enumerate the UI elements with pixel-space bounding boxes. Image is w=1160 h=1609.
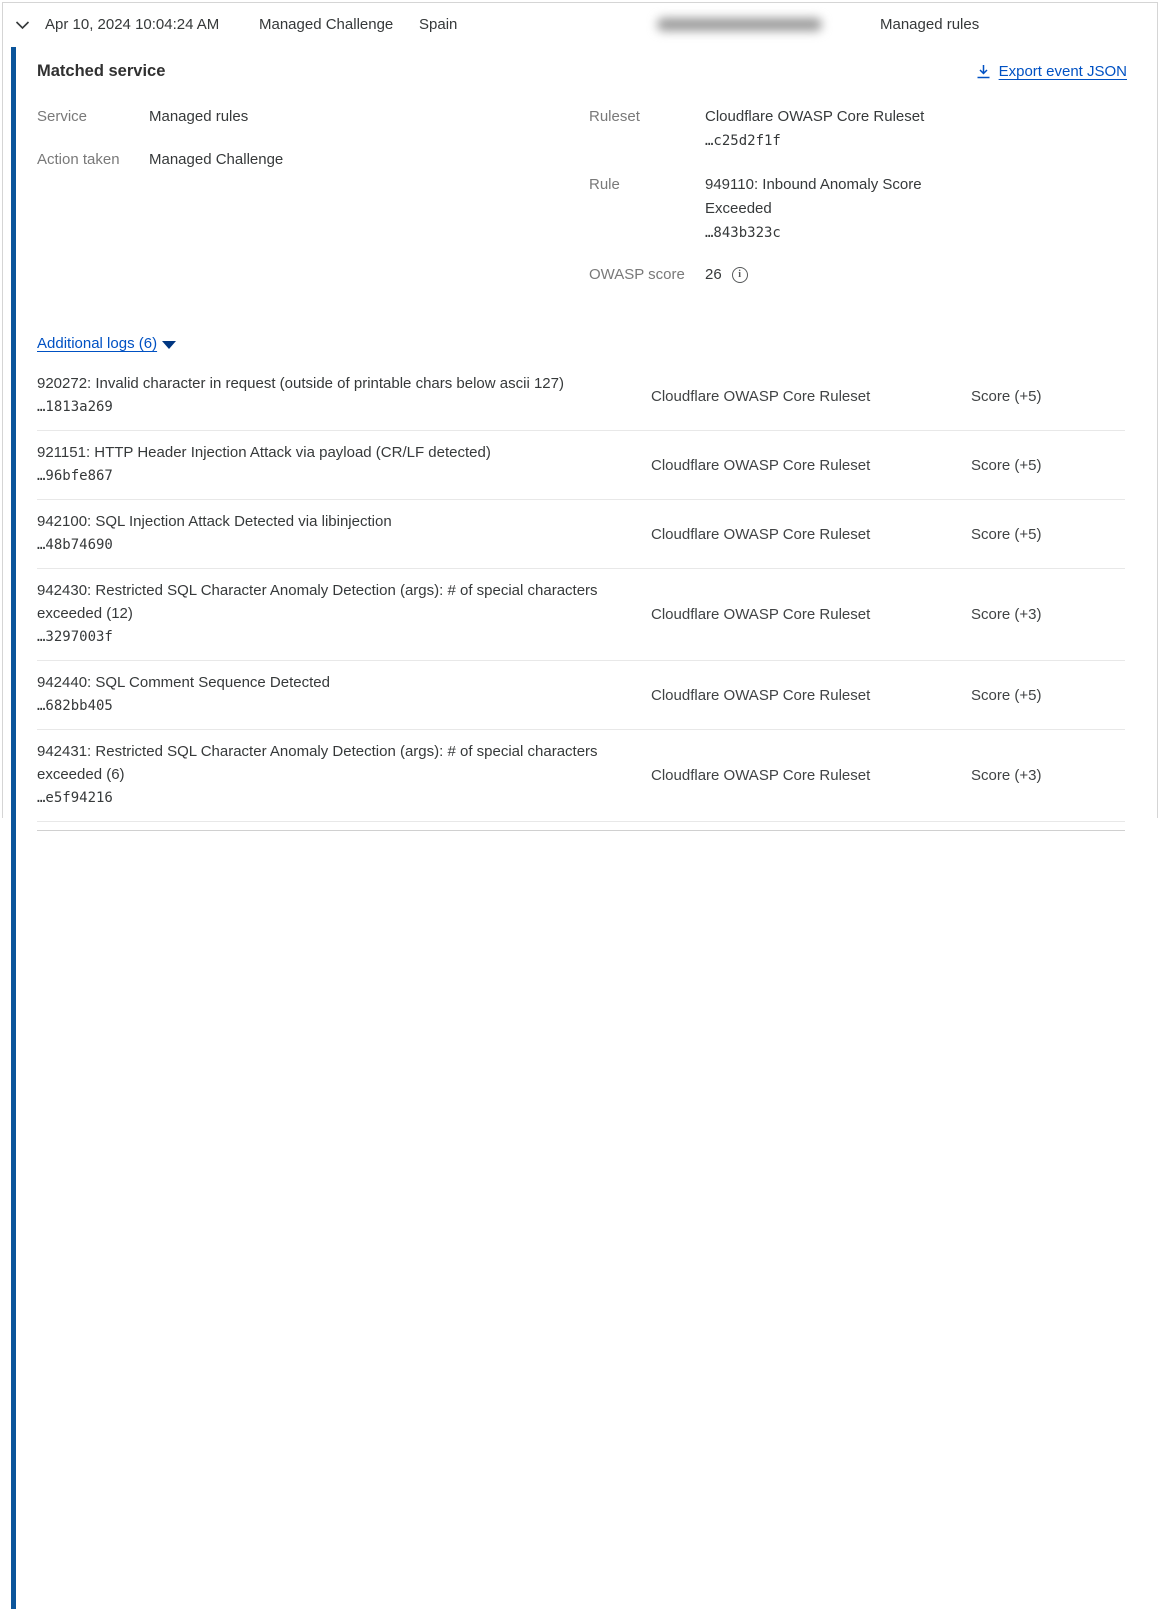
log-rule-id: …96bfe867 — [37, 464, 631, 489]
event-action: Managed Challenge — [259, 16, 419, 33]
log-rule-description: 921151: HTTP Header Injection Attack via… — [37, 441, 631, 464]
log-rule-id: …1813a269 — [37, 395, 631, 420]
action-taken-label: Action taken — [37, 148, 149, 172]
ruleset-label: Ruleset — [589, 105, 705, 153]
log-row: 942431: Restricted SQL Character Anomaly… — [37, 730, 1125, 822]
log-ruleset: Cloudflare OWASP Core Ruleset — [651, 606, 971, 623]
additional-logs-section: Additional logs (6) 920272: Invalid char… — [37, 335, 1127, 836]
log-score: Score (+5) — [971, 388, 1125, 405]
chevron-down-icon — [15, 20, 30, 30]
log-ruleset: Cloudflare OWASP Core Ruleset — [651, 526, 971, 543]
action-taken-field: Action taken Managed Challenge — [37, 148, 589, 172]
log-row: 942100: SQL Injection Attack Detected vi… — [37, 500, 1125, 569]
log-score: Score (+5) — [971, 457, 1125, 474]
log-ruleset: Cloudflare OWASP Core Ruleset — [651, 388, 971, 405]
log-rule-id: …e5f94216 — [37, 786, 631, 811]
service-field: Service Managed rules — [37, 105, 589, 129]
log-rule-description: 920272: Invalid character in request (ou… — [37, 372, 631, 395]
log-score: Score (+3) — [971, 606, 1125, 623]
rule-name: 949110: Inbound Anomaly Score Exceeded — [705, 173, 955, 221]
next-row-divider — [37, 830, 1125, 836]
additional-logs-toggle[interactable]: Additional logs (6) — [37, 335, 176, 352]
log-score: Score (+3) — [971, 767, 1125, 784]
log-row: 920272: Invalid character in request (ou… — [37, 362, 1125, 431]
additional-logs-label: Additional logs (6) — [37, 335, 157, 352]
event-country: Spain — [419, 16, 657, 33]
ruleset-field: Ruleset Cloudflare OWASP Core Ruleset …c… — [589, 105, 1127, 153]
log-rule-description: 942100: SQL Injection Attack Detected vi… — [37, 510, 631, 533]
export-link-label: Export event JSON — [999, 63, 1127, 80]
log-row: 921151: HTTP Header Injection Attack via… — [37, 431, 1125, 500]
log-rule-description: 942431: Restricted SQL Character Anomaly… — [37, 740, 631, 786]
service-value: Managed rules — [149, 105, 248, 129]
log-ruleset: Cloudflare OWASP Core Ruleset — [651, 767, 971, 784]
log-rule-id: …3297003f — [37, 625, 631, 650]
event-detail-panel: Matched service Export event JSON Servic… — [3, 46, 1157, 836]
matched-service-title: Matched service — [37, 62, 165, 81]
rule-id: …843b323c — [705, 221, 955, 245]
log-rule-id: …48b74690 — [37, 533, 631, 558]
download-icon — [976, 64, 991, 79]
additional-logs-table: 920272: Invalid character in request (ou… — [37, 362, 1127, 822]
export-event-json-link[interactable]: Export event JSON — [976, 63, 1127, 80]
collapse-toggle[interactable] — [3, 20, 33, 30]
event-summary-row[interactable]: Apr 10, 2024 10:04:24 AM Managed Challen… — [3, 3, 1157, 46]
ruleset-name: Cloudflare OWASP Core Ruleset — [705, 105, 924, 129]
log-rule-description: 942440: SQL Comment Sequence Detected — [37, 671, 631, 694]
log-ruleset: Cloudflare OWASP Core Ruleset — [651, 457, 971, 474]
event-service: Managed rules — [880, 16, 1157, 33]
owasp-score-value: 26 — [705, 263, 722, 287]
ruleset-id: …c25d2f1f — [705, 129, 924, 153]
triangle-down-icon — [162, 341, 176, 349]
detail-left-column: Service Managed rules Action taken Manag… — [37, 105, 589, 306]
action-taken-value: Managed Challenge — [149, 148, 283, 172]
owasp-score-field: OWASP score 26 i — [589, 263, 1127, 287]
log-score: Score (+5) — [971, 687, 1125, 704]
owasp-score-label: OWASP score — [589, 263, 705, 287]
event-detail-container: Apr 10, 2024 10:04:24 AM Managed Challen… — [2, 2, 1158, 818]
info-icon[interactable]: i — [732, 267, 748, 283]
redacted-value — [657, 18, 822, 31]
event-host-redacted — [657, 18, 824, 31]
log-row: 942440: SQL Comment Sequence Detected …6… — [37, 661, 1125, 730]
rule-label: Rule — [589, 173, 705, 245]
service-label: Service — [37, 105, 149, 129]
log-row: 942430: Restricted SQL Character Anomaly… — [37, 569, 1125, 661]
log-score: Score (+5) — [971, 526, 1125, 543]
event-timestamp: Apr 10, 2024 10:04:24 AM — [33, 16, 259, 33]
log-ruleset: Cloudflare OWASP Core Ruleset — [651, 687, 971, 704]
selected-row-accent-bar — [11, 47, 16, 1609]
detail-right-column: Ruleset Cloudflare OWASP Core Ruleset …c… — [589, 105, 1127, 306]
log-rule-description: 942430: Restricted SQL Character Anomaly… — [37, 579, 631, 625]
rule-field: Rule 949110: Inbound Anomaly Score Excee… — [589, 173, 1127, 245]
log-rule-id: …682bb405 — [37, 694, 631, 719]
